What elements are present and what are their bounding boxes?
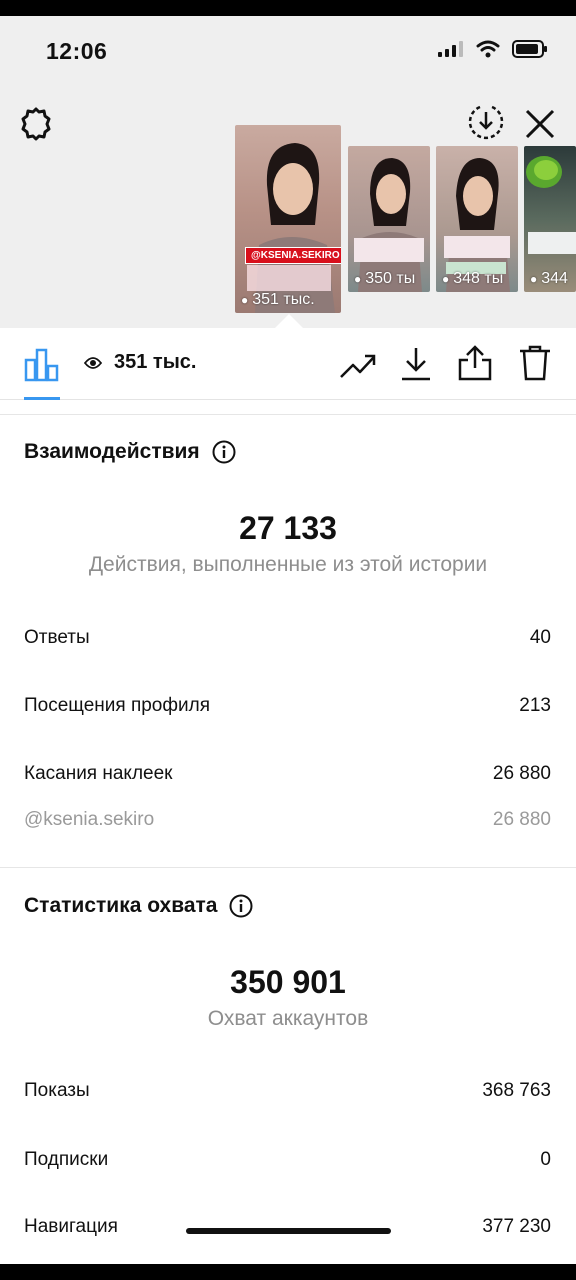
stat-label: Подписки [24, 1149, 109, 1170]
eye-icon: ● [530, 272, 538, 286]
stat-label: Касания наклеек [24, 763, 173, 784]
insights-bar-chart-icon[interactable] [22, 344, 62, 384]
stat-label: Показы [24, 1080, 90, 1101]
story-thumbnail-selected[interactable]: @KSENIA.SEKIRO ● 351 тыс. [235, 125, 341, 313]
story-thumbnail[interactable]: ● 350 ты [348, 146, 430, 292]
mention-sticker[interactable]: @KSENIA.SEKIRO [245, 247, 341, 264]
info-icon[interactable] [212, 440, 236, 464]
stat-row-mention-taps: @ksenia.sekiro 26 880 [24, 809, 551, 831]
reach-title: Статистика охвата [24, 894, 218, 917]
close-icon[interactable] [520, 104, 560, 144]
interactions-total-label: Действия, выполненные из этой истории [88, 553, 488, 576]
screen: 12:06 @KSENIA.SEKIRO ● 351 тыс. ● 350 ты… [0, 16, 576, 1264]
stat-value: 377 230 [482, 1216, 551, 1237]
story-views-label: ● 344 [530, 270, 568, 287]
stat-value: 213 [519, 695, 551, 716]
views-count: 351 тыс. [114, 351, 197, 373]
section-divider [0, 867, 576, 868]
eye-icon [84, 356, 102, 369]
selected-pointer [274, 314, 304, 329]
eye-icon: ● [241, 293, 249, 307]
active-tab-underline [24, 397, 60, 400]
stat-value: 368 763 [482, 1080, 551, 1101]
status-icons [438, 40, 548, 58]
reach-section-title: Статистика охвата [24, 894, 253, 918]
stat-row-follows: Подписки 0 [24, 1149, 551, 1171]
stat-value: 26 880 [492, 763, 551, 784]
download-circle-icon[interactable] [466, 102, 506, 142]
reach-total: 350 901 [230, 964, 346, 1000]
stat-value: 40 [529, 627, 551, 648]
story-thumbnail[interactable]: ● 348 ты [436, 146, 518, 292]
stat-value: 26 880 [492, 809, 551, 830]
interactions-section-title: Взаимодействия [24, 440, 236, 464]
stat-label: Навигация [24, 1216, 118, 1237]
stat-row-replies: Ответы 40 [24, 627, 551, 649]
stat-label: @ksenia.sekiro [24, 809, 155, 830]
wifi-icon [476, 40, 500, 58]
share-icon[interactable] [454, 342, 496, 384]
download-icon[interactable] [396, 344, 436, 384]
settings-gear-icon[interactable] [16, 104, 56, 144]
story-caption-text [247, 265, 331, 291]
eye-icon: ● [354, 272, 362, 286]
signal-icon [438, 41, 463, 57]
trending-up-icon[interactable] [338, 346, 378, 386]
battery-icon [512, 40, 547, 58]
delete-trash-icon[interactable] [514, 342, 556, 384]
reach-total-label: Охват аккаунтов [207, 1007, 369, 1030]
story-thumbnail[interactable]: ● 344 [524, 146, 576, 292]
eye-icon: ● [442, 272, 450, 286]
stat-row-impressions: Показы 368 763 [24, 1080, 551, 1102]
section-divider [0, 414, 576, 415]
stat-row-profile-visits: Посещения профиля 213 [24, 695, 551, 717]
toolbar-views: 351 тыс. [84, 351, 196, 374]
home-indicator[interactable] [186, 1228, 391, 1234]
interactions-total: 27 133 [239, 510, 337, 546]
stat-row-sticker-taps: Касания наклеек 26 880 [24, 763, 551, 785]
interactions-title: Взаимодействия [24, 440, 200, 463]
stat-value: 0 [540, 1149, 551, 1170]
stat-row-navigation: Навигация 377 230 [24, 1216, 551, 1238]
stat-label: Ответы [24, 627, 90, 648]
story-toolbar: 351 тыс. [0, 328, 576, 400]
story-views-label: ● 351 тыс. [241, 291, 315, 308]
info-icon[interactable] [229, 894, 253, 918]
story-views-label: ● 348 ты [442, 270, 504, 287]
stat-label: Посещения профиля [24, 695, 210, 716]
status-time: 12:06 [46, 38, 108, 64]
story-views-label: ● 350 ты [354, 270, 416, 287]
stories-header: 12:06 @KSENIA.SEKIRO ● 351 тыс. ● 350 ты… [0, 16, 576, 329]
